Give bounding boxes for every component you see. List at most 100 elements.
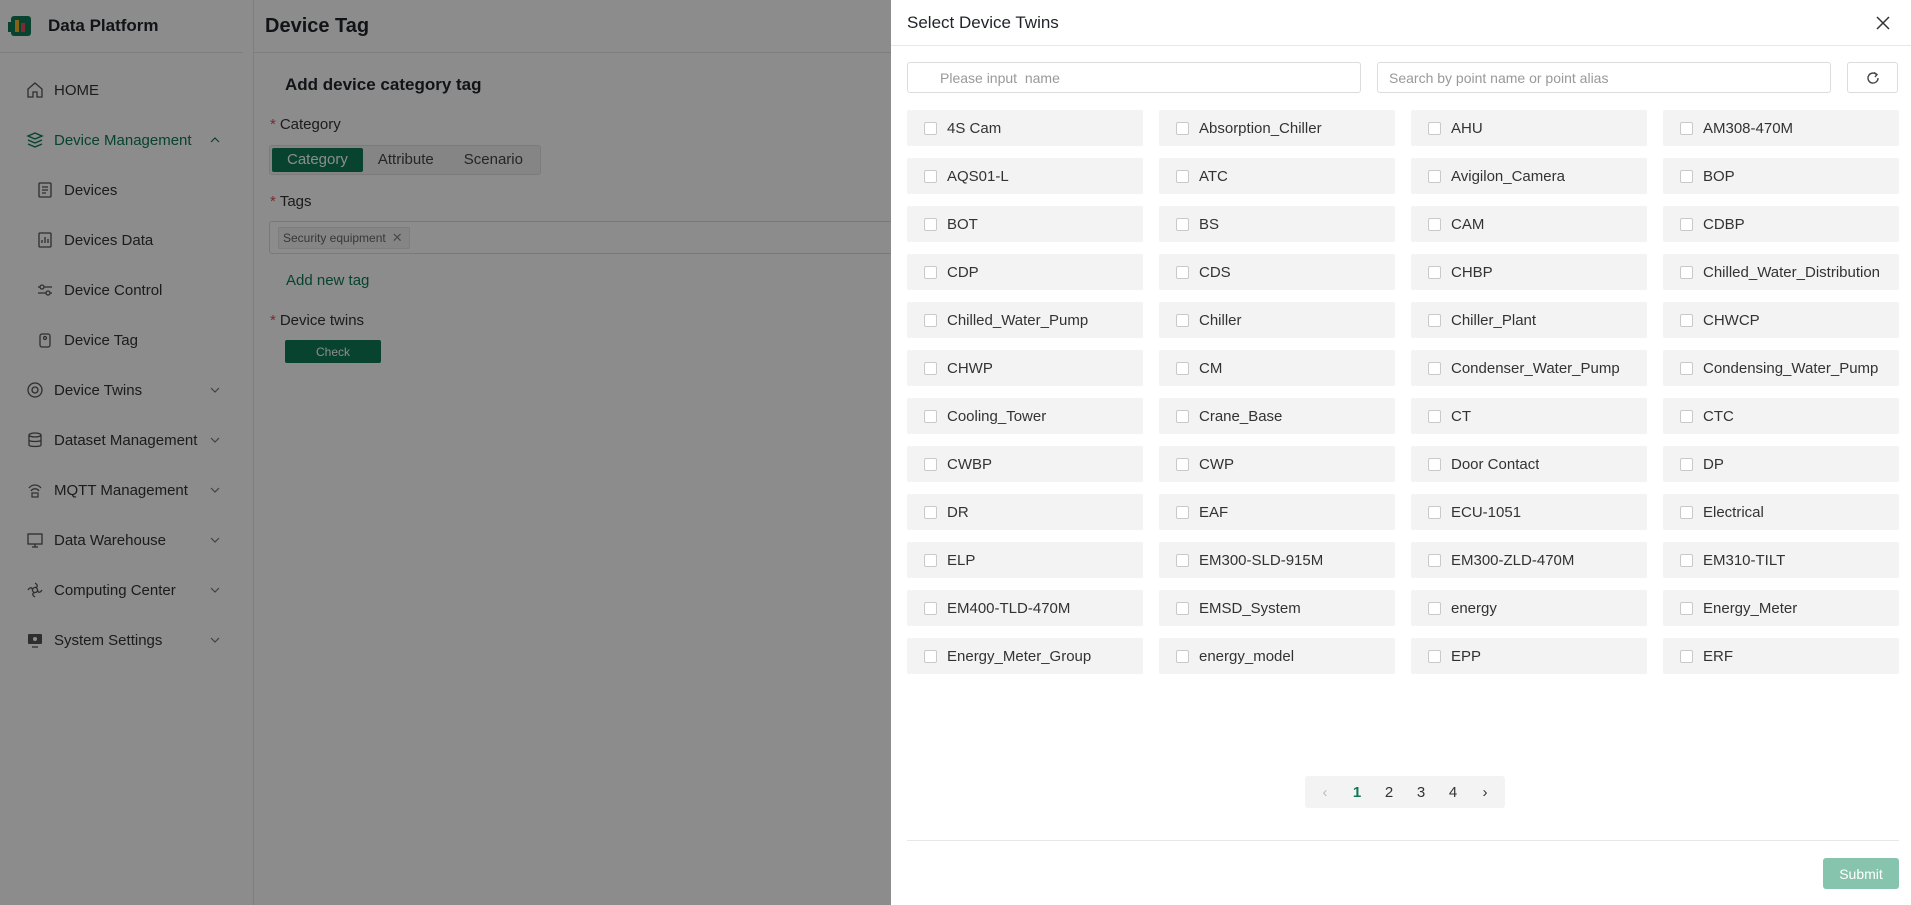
- device-twin-option[interactable]: EM400-TLD-470M: [907, 590, 1143, 626]
- checkbox[interactable]: [1176, 121, 1189, 135]
- checkbox[interactable]: [1680, 601, 1693, 615]
- checkbox[interactable]: [1176, 649, 1189, 663]
- checkbox[interactable]: [1428, 217, 1441, 231]
- device-twin-option[interactable]: Electrical: [1663, 494, 1899, 530]
- checkbox[interactable]: [1428, 313, 1441, 327]
- checkbox[interactable]: [1680, 553, 1693, 567]
- device-twin-option[interactable]: Avigilon_Camera: [1411, 158, 1647, 194]
- checkbox[interactable]: [1680, 169, 1693, 183]
- device-twin-option[interactable]: EM300-ZLD-470M: [1411, 542, 1647, 578]
- device-twin-option[interactable]: BOT: [907, 206, 1143, 242]
- device-twin-option[interactable]: CWP: [1159, 446, 1395, 482]
- page-1[interactable]: 1: [1341, 778, 1373, 806]
- device-twin-option[interactable]: EMSD_System: [1159, 590, 1395, 626]
- checkbox[interactable]: [1680, 265, 1693, 279]
- checkbox[interactable]: [924, 313, 937, 327]
- prev-page-icon[interactable]: ‹: [1309, 778, 1341, 806]
- device-twin-option[interactable]: energy_model: [1159, 638, 1395, 674]
- device-twin-option[interactable]: AQS01-L: [907, 158, 1143, 194]
- checkbox[interactable]: [924, 265, 937, 279]
- device-twin-option[interactable]: Condensing_Water_Pump: [1663, 350, 1899, 386]
- checkbox[interactable]: [1428, 505, 1441, 519]
- device-twin-option[interactable]: CDP: [907, 254, 1143, 290]
- device-twin-option[interactable]: Energy_Meter: [1663, 590, 1899, 626]
- device-twin-option[interactable]: Crane_Base: [1159, 398, 1395, 434]
- device-twin-option[interactable]: EM300-SLD-915M: [1159, 542, 1395, 578]
- checkbox[interactable]: [1176, 409, 1189, 423]
- checkbox[interactable]: [924, 169, 937, 183]
- checkbox[interactable]: [1680, 313, 1693, 327]
- device-twin-option[interactable]: ERF: [1663, 638, 1899, 674]
- checkbox[interactable]: [1428, 361, 1441, 375]
- checkbox[interactable]: [924, 217, 937, 231]
- device-twin-option[interactable]: CTC: [1663, 398, 1899, 434]
- checkbox[interactable]: [924, 409, 937, 423]
- device-twin-option[interactable]: ATC: [1159, 158, 1395, 194]
- device-twin-option[interactable]: Energy_Meter_Group: [907, 638, 1143, 674]
- device-twin-option[interactable]: CWBP: [907, 446, 1143, 482]
- checkbox[interactable]: [1680, 217, 1693, 231]
- checkbox[interactable]: [924, 457, 937, 471]
- device-twin-option[interactable]: Door Contact: [1411, 446, 1647, 482]
- device-twin-option[interactable]: CT: [1411, 398, 1647, 434]
- checkbox[interactable]: [1428, 457, 1441, 471]
- checkbox[interactable]: [1680, 361, 1693, 375]
- device-twin-option[interactable]: CAM: [1411, 206, 1647, 242]
- device-twin-option[interactable]: ECU-1051: [1411, 494, 1647, 530]
- device-twin-option[interactable]: Chiller_Plant: [1411, 302, 1647, 338]
- device-twin-option[interactable]: DP: [1663, 446, 1899, 482]
- checkbox[interactable]: [1176, 361, 1189, 375]
- checkbox[interactable]: [1176, 457, 1189, 471]
- device-twin-option[interactable]: DR: [907, 494, 1143, 530]
- page-4[interactable]: 4: [1437, 778, 1469, 806]
- checkbox[interactable]: [924, 505, 937, 519]
- device-twin-option[interactable]: EPP: [1411, 638, 1647, 674]
- page-2[interactable]: 2: [1373, 778, 1405, 806]
- device-twin-option[interactable]: energy: [1411, 590, 1647, 626]
- name-search-input[interactable]: [907, 62, 1361, 93]
- checkbox[interactable]: [1176, 265, 1189, 279]
- checkbox[interactable]: [1680, 505, 1693, 519]
- checkbox[interactable]: [1176, 553, 1189, 567]
- close-icon[interactable]: [1873, 13, 1893, 33]
- device-twin-option[interactable]: CDBP: [1663, 206, 1899, 242]
- device-twin-option[interactable]: ELP: [907, 542, 1143, 578]
- checkbox[interactable]: [1680, 409, 1693, 423]
- checkbox[interactable]: [924, 361, 937, 375]
- device-twin-option[interactable]: Absorption_Chiller: [1159, 110, 1395, 146]
- device-twin-option[interactable]: CHWP: [907, 350, 1143, 386]
- checkbox[interactable]: [1428, 121, 1441, 135]
- checkbox[interactable]: [1428, 409, 1441, 423]
- checkbox[interactable]: [1428, 553, 1441, 567]
- device-twin-option[interactable]: EM310-TILT: [1663, 542, 1899, 578]
- device-twin-option[interactable]: BS: [1159, 206, 1395, 242]
- device-twin-option[interactable]: CHWCP: [1663, 302, 1899, 338]
- refresh-button[interactable]: [1847, 62, 1898, 93]
- checkbox[interactable]: [1176, 601, 1189, 615]
- device-twin-option[interactable]: Condenser_Water_Pump: [1411, 350, 1647, 386]
- next-page-icon[interactable]: ›: [1469, 778, 1501, 806]
- checkbox[interactable]: [1428, 649, 1441, 663]
- checkbox[interactable]: [924, 553, 937, 567]
- checkbox[interactable]: [1176, 217, 1189, 231]
- device-twin-option[interactable]: BOP: [1663, 158, 1899, 194]
- checkbox[interactable]: [1428, 265, 1441, 279]
- checkbox[interactable]: [1428, 169, 1441, 183]
- checkbox[interactable]: [1680, 649, 1693, 663]
- device-twin-option[interactable]: Cooling_Tower: [907, 398, 1143, 434]
- point-search-input[interactable]: [1377, 62, 1831, 93]
- device-twin-option[interactable]: AM308-470M: [1663, 110, 1899, 146]
- checkbox[interactable]: [1176, 313, 1189, 327]
- device-twin-option[interactable]: EAF: [1159, 494, 1395, 530]
- device-twin-option[interactable]: CDS: [1159, 254, 1395, 290]
- checkbox[interactable]: [924, 601, 937, 615]
- submit-button[interactable]: Submit: [1823, 858, 1899, 889]
- checkbox[interactable]: [1176, 169, 1189, 183]
- page-3[interactable]: 3: [1405, 778, 1437, 806]
- checkbox[interactable]: [1428, 601, 1441, 615]
- device-twin-option[interactable]: AHU: [1411, 110, 1647, 146]
- device-twin-option[interactable]: CM: [1159, 350, 1395, 386]
- device-twin-option[interactable]: Chiller: [1159, 302, 1395, 338]
- device-twin-option[interactable]: Chilled_Water_Pump: [907, 302, 1143, 338]
- checkbox[interactable]: [924, 649, 937, 663]
